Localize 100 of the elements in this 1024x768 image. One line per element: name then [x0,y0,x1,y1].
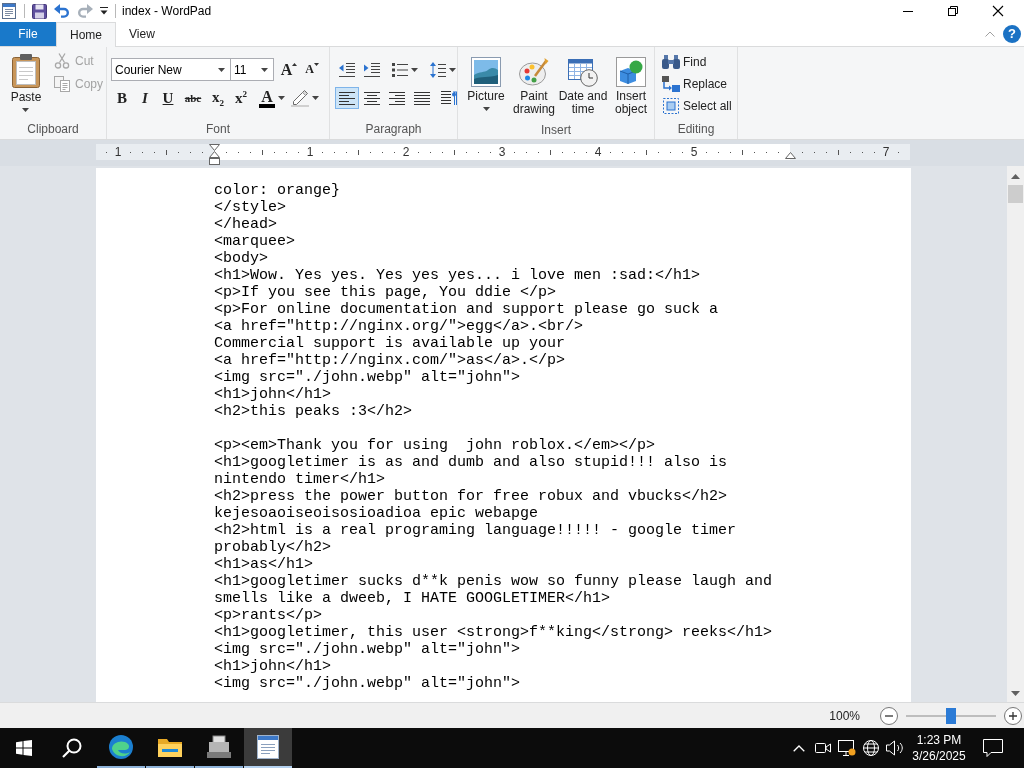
zoom-out-icon[interactable] [880,706,898,725]
landscape-icon [471,57,501,87]
binoculars-icon [662,55,680,69]
text-line: </style> [214,199,287,216]
monitor-icon[interactable] [838,740,856,756]
caret-up-icon[interactable] [1011,174,1020,179]
dropdown-caret-icon [449,68,456,72]
find-button[interactable]: Find [659,51,735,73]
insert-object-button[interactable]: Insert object [609,51,653,121]
speech-bubble-icon[interactable] [983,739,1003,757]
text-line: <h2>html is a real programing language!!!!! - google timer probably</h2> [214,522,738,556]
ruler-number: 3 [498,144,506,160]
ribbon-tab[interactable]: View [116,22,168,46]
dropdown-caret-icon [277,96,285,100]
indent-marker[interactable] [785,152,796,159]
scroll-thumb[interactable] [1008,185,1023,203]
zoom-slider-thumb[interactable] [946,707,956,724]
folder-icon [158,737,182,757]
restore-icon[interactable] [947,6,958,16]
replace-icon [662,76,680,92]
text-line: <h1>as</h1> [214,556,315,573]
close-icon[interactable] [992,6,1003,16]
ruler-number: 4 [594,144,602,160]
ribbon-tab[interactable]: Home [56,22,116,47]
copy-icon [54,76,70,92]
text-line: color: orange} [214,182,342,199]
caret-down-icon [313,62,319,66]
zoom-in-icon[interactable] [1004,706,1022,725]
shrink-font-button[interactable]: A [302,58,322,81]
ruler-number: 2 [402,144,410,160]
align-justify-icon [414,91,430,105]
text-line: <h1>googletimer sucks d**k penis wow so funny please laugh and smells like a dweeb, I HATE GOOGLETIMER</h1> [214,573,774,607]
highlighter-icon [291,89,309,107]
text-line: <h1>Wow. Yes yes. Yes yes yes... i love men :sad:</h1> [214,267,702,284]
text-line: <a href="http://nginx.org/">egg</a>.<br/> [214,318,585,335]
clock-date[interactable]: 3/26/2025 [912,748,966,764]
group-label: Editing [677,122,715,136]
line-spacing-icon [430,62,446,78]
select-all-icon [663,98,679,114]
window-title: index - WordPad [122,4,212,18]
group-label: Insert [541,123,571,137]
text-line: <h1>googletimer, this user <strong>f**king</strong> reeks</h1> [214,624,774,641]
file-menu-button[interactable]: File [0,22,56,46]
zoom-level: 100% [829,708,860,723]
search-icon[interactable] [62,738,82,758]
text-line: kejesoaoiseoisosioadioa epic webapge [214,505,540,522]
italic-button[interactable]: I [134,87,156,109]
subscript-button[interactable]: x$_{2}$ [207,87,229,109]
superscript-button[interactable]: x$^{2}$ [230,87,252,109]
minimize-icon[interactable] [902,10,913,12]
text-line: </head> [214,216,278,233]
text-line: <p>If you see this page, You ddie </p> [214,284,558,301]
picture-button[interactable]: Picture [461,51,511,121]
dropdown-caret-icon [312,96,319,100]
strikethrough-button[interactable]: abc [180,87,206,109]
select-all-button[interactable]: Select all [659,95,735,117]
ruler-number: 5 [690,144,698,160]
replace-button[interactable]: Replace [659,73,735,95]
notepad-icon [257,735,279,759]
ruler-number: 7 [882,144,890,160]
font-color-button[interactable]: A [257,87,287,109]
group-label: Clipboard [27,122,79,136]
ruler-number: 1 [306,144,314,160]
text-line: <h2>this peaks :3</h2> [214,403,414,420]
device-icon [207,736,231,758]
increase-indent-icon [364,63,380,77]
clock-time[interactable]: 1:23 PM [916,732,962,748]
speaker-icon[interactable] [886,740,904,756]
dropdown-caret-icon [218,67,225,72]
text-line: Commercial support is available up your [214,335,567,352]
windows-logo-icon[interactable] [16,740,32,756]
save-icon[interactable] [32,3,47,19]
dropdown-caret-icon [411,68,418,72]
caret-down-icon[interactable] [1011,691,1020,696]
align-left-icon [339,91,355,105]
text-line: <img src="./john.webp" alt="john"> [214,641,522,658]
video-camera-icon[interactable] [815,741,831,755]
indent-marker[interactable] [209,144,220,165]
bold-button[interactable]: B [111,87,133,109]
globe-icon[interactable] [863,740,879,756]
paint-drawing-button[interactable]: Paint drawing [511,51,557,121]
font-name-field[interactable]: Courier New [111,58,231,81]
highlight-button[interactable] [289,87,321,109]
text-line: <img src="./john.webp" alt="john"> [214,369,522,386]
help-button[interactable]: ? [1003,25,1021,43]
taskbar-button[interactable] [244,728,292,768]
text-line: <h1>googletimer is as and dumb and also stupid!!! also is nintendo timer</h1> [214,454,729,488]
text-line: <p>rants</p> [214,607,324,624]
text-line: <img src="./john.webp" alt="john"> [214,675,522,692]
dropdown-caret-icon [261,67,268,72]
align-left-button[interactable] [335,87,359,109]
grow-font-button[interactable]: A [279,58,299,81]
dropdown-caret-icon[interactable] [100,7,108,15]
scissors-icon [54,53,70,69]
date-time-button[interactable]: Date and time [557,51,609,121]
paste-button[interactable]: Paste [5,50,47,116]
underline-button[interactable]: U [157,87,179,109]
font-size-field[interactable]: 11 [231,58,274,81]
text-line: <body> [214,250,269,267]
undo-icon[interactable] [54,4,70,18]
